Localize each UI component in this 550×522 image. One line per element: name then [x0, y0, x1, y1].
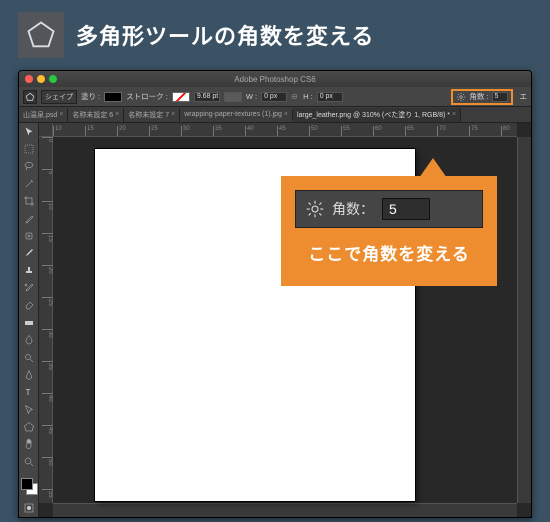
sides-label: 角数 : [469, 91, 488, 102]
healing-tool-icon[interactable] [20, 228, 38, 243]
sides-field[interactable]: 5 [492, 92, 508, 102]
blur-tool-icon[interactable] [20, 333, 38, 348]
window-title: Adobe Photoshop CS6 [234, 75, 315, 84]
close-icon[interactable] [25, 75, 33, 83]
tab-document[interactable]: 名称未設定 6× [68, 108, 124, 122]
fill-swatch[interactable] [104, 92, 122, 102]
callout-pointer-icon [419, 158, 447, 178]
crop-tool-icon[interactable] [20, 194, 38, 209]
eraser-tool-icon[interactable] [20, 298, 38, 313]
lasso-tool-icon[interactable] [20, 159, 38, 174]
ruler-horizontal: 1015202530354045505560657075808590951001… [53, 123, 517, 137]
tab-document[interactable]: 山温泉.psd× [19, 108, 68, 122]
width-label: W : [246, 92, 257, 101]
callout-sides-field[interactable]: 5 [382, 198, 430, 220]
ruler-corner [39, 123, 53, 137]
type-tool-icon[interactable]: T [20, 385, 38, 400]
stamp-tool-icon[interactable] [20, 263, 38, 278]
callout-caption: ここで角数を変える [295, 240, 483, 265]
stroke-width-field[interactable]: 9.68 pt [194, 92, 220, 102]
eyedropper-tool-icon[interactable] [20, 211, 38, 226]
tab-document[interactable]: wrapping-paper-textures (1).jpg× [180, 109, 293, 120]
marquee-tool-icon[interactable] [20, 141, 38, 156]
callout-settings-box: 角数： 5 [295, 190, 483, 228]
gear-icon[interactable] [306, 200, 324, 218]
zoom-icon[interactable] [49, 75, 57, 83]
edge-label: エ [520, 91, 528, 102]
stroke-swatch[interactable] [172, 92, 190, 102]
photoshop-window: Adobe Photoshop CS6 シェイプ 塗り : ストローク : 9.… [18, 70, 532, 518]
link-icon[interactable]: ⊖ [291, 92, 299, 102]
ruler-vertical: 0510152025303540455055606570758085909510… [39, 137, 53, 503]
history-brush-icon[interactable] [20, 280, 38, 295]
minimize-icon[interactable] [37, 75, 45, 83]
height-label: H : [303, 92, 313, 101]
zoom-tool-icon[interactable] [20, 454, 38, 469]
shape-tool-icon[interactable] [20, 419, 38, 434]
close-icon: × [59, 111, 63, 118]
stroke-style-dropdown[interactable] [224, 92, 242, 102]
active-tool-icon[interactable] [23, 90, 37, 104]
fill-label: 塗り : [81, 91, 100, 102]
dodge-tool-icon[interactable] [20, 350, 38, 365]
svg-text:T: T [26, 388, 31, 397]
stroke-label: ストローク : [126, 91, 168, 102]
close-icon: × [115, 111, 119, 118]
tutorial-title: 多角形ツールの角数を変える [76, 19, 374, 51]
close-icon: × [284, 111, 288, 118]
tab-document[interactable]: 名称未設定 7× [124, 108, 180, 122]
pen-tool-icon[interactable] [20, 367, 38, 382]
width-field[interactable]: 0 px [261, 92, 287, 102]
window-titlebar: Adobe Photoshop CS6 [19, 71, 531, 87]
polygon-tool-icon [18, 12, 64, 58]
brush-tool-icon[interactable] [20, 246, 38, 261]
scrollbar-vertical[interactable] [517, 137, 531, 503]
scrollbar-horizontal[interactable] [53, 503, 517, 517]
close-icon: × [452, 111, 456, 118]
options-bar: シェイプ 塗り : ストローク : 9.68 pt W : 0 px ⊖ H :… [19, 87, 531, 107]
move-tool-icon[interactable] [20, 124, 38, 139]
color-swatches[interactable] [20, 477, 38, 496]
callout-sides-label: 角数： [332, 199, 374, 219]
tab-document-active[interactable]: large_leather.png @ 310% (べた塗り 1, RGB/8)… [293, 108, 461, 122]
path-select-icon[interactable] [20, 402, 38, 417]
annotation-callout: 角数： 5 ここで角数を変える [281, 176, 497, 286]
toolbox: T [19, 123, 39, 517]
shape-mode-dropdown[interactable]: シェイプ [41, 90, 77, 104]
document-tabs: 山温泉.psd× 名称未設定 6× 名称未設定 7× wrapping-pape… [19, 107, 531, 123]
gear-icon[interactable] [456, 92, 466, 102]
wand-tool-icon[interactable] [20, 176, 38, 191]
sides-option-highlight: 角数 : 5 [451, 89, 512, 105]
tutorial-header: 多角形ツールの角数を変える [0, 0, 550, 68]
close-icon: × [171, 111, 175, 118]
height-field[interactable]: 0 px [317, 92, 343, 102]
gradient-tool-icon[interactable] [20, 315, 38, 330]
hand-tool-icon[interactable] [20, 437, 38, 452]
quick-mask-icon[interactable] [20, 501, 38, 516]
